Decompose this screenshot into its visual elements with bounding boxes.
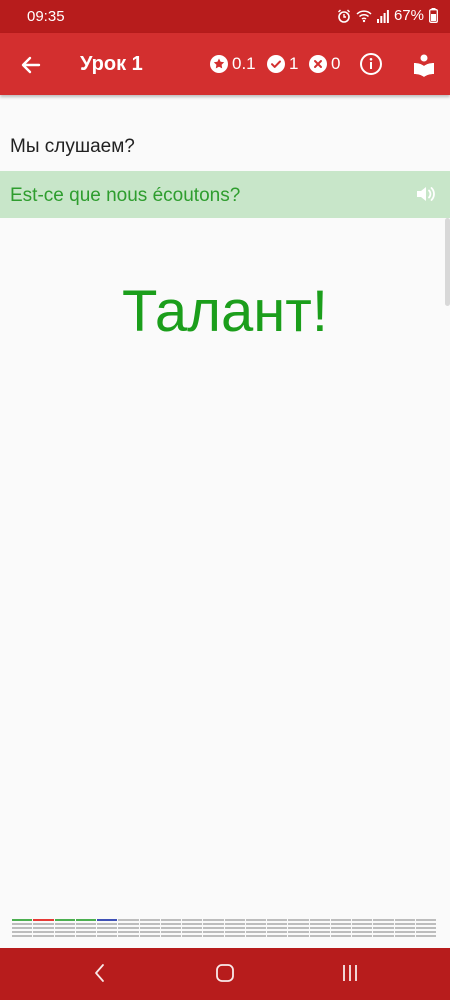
progress-segment <box>182 919 203 939</box>
nav-back-button[interactable] <box>90 962 110 989</box>
lesson-title: Урок 1 <box>80 53 143 75</box>
app-bar: Урок 1 0.1 1 0 <box>0 33 450 95</box>
progress-segment <box>75 919 96 939</box>
chevron-left-icon <box>95 964 104 982</box>
speaker-icon <box>417 187 435 201</box>
progress-segment <box>118 919 139 939</box>
battery-icon <box>429 8 438 23</box>
progress-segment <box>33 919 54 939</box>
check-icon <box>267 55 285 73</box>
progress-segment <box>97 919 118 939</box>
progress-segment <box>330 919 351 939</box>
progress-segment <box>160 919 181 939</box>
progress-segment <box>12 919 33 939</box>
answer-row: Est-ce que nous écoutons? <box>0 171 450 218</box>
answer-text: Est-ce que nous écoutons? <box>10 185 241 206</box>
progress-segment <box>203 919 224 939</box>
cross-icon <box>309 55 327 73</box>
progress-segment <box>54 919 75 939</box>
question-text: Мы слушаем? <box>10 136 135 157</box>
status-time: 09:35 <box>27 8 65 25</box>
progress-segment <box>245 919 266 939</box>
wrong-value: 0 <box>331 54 341 73</box>
play-audio-button[interactable] <box>415 183 437 210</box>
lesson-progress <box>12 919 436 939</box>
star-icon <box>210 55 228 73</box>
home-square-icon <box>216 964 234 982</box>
back-button[interactable] <box>18 52 44 78</box>
progress-segment <box>288 919 309 939</box>
progress-segment <box>415 919 436 939</box>
stars-stat: 0.1 <box>210 54 256 74</box>
alarm-icon <box>337 9 350 23</box>
info-button[interactable] <box>359 52 383 81</box>
nav-recents-button[interactable] <box>340 962 360 989</box>
progress-segment <box>373 919 394 939</box>
navigation-bar <box>0 948 450 1000</box>
book-icon <box>414 54 434 77</box>
correct-value: 1 <box>289 54 299 73</box>
arrow-left-icon <box>21 56 41 74</box>
status-icons: 67% <box>337 7 438 24</box>
progress-segment <box>352 919 373 939</box>
signal-icon <box>376 9 389 23</box>
info-icon <box>360 53 382 75</box>
progress-segment <box>139 919 160 939</box>
progress-segment <box>267 919 288 939</box>
status-bar: 09:35 67% <box>0 0 450 33</box>
progress-segment <box>394 919 415 939</box>
wifi-icon <box>356 9 372 22</box>
wrong-stat: 0 <box>309 54 340 74</box>
correct-stat: 1 <box>267 54 298 74</box>
stars-value: 0.1 <box>232 54 256 73</box>
progress-segment <box>224 919 245 939</box>
progress-segment <box>309 919 330 939</box>
book-button[interactable] <box>412 53 436 82</box>
feedback-text: Талант! <box>122 279 328 344</box>
battery-percent: 67% <box>393 7 424 24</box>
recents-icon <box>343 965 357 981</box>
nav-home-button[interactable] <box>214 962 236 989</box>
